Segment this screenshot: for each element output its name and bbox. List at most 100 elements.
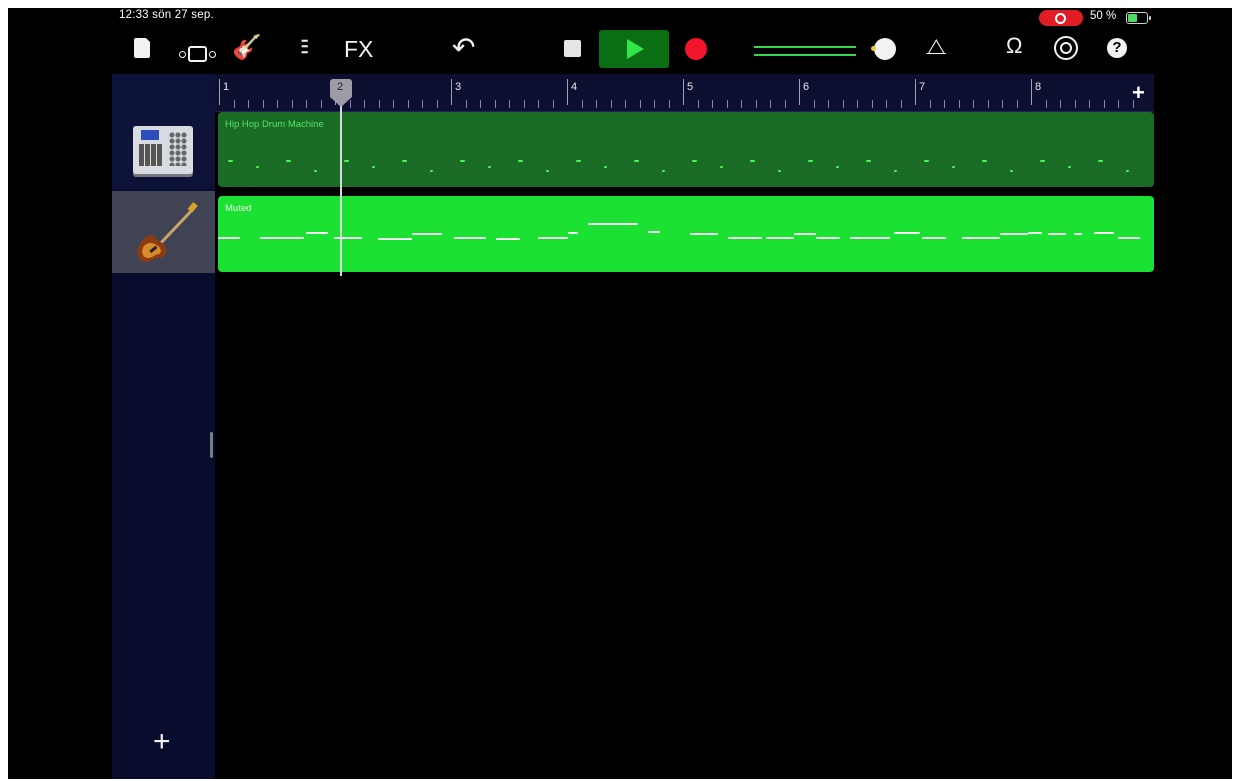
play-button[interactable]: [599, 30, 669, 68]
ruler-tick: [842, 100, 844, 108]
ruler-tick: [900, 100, 902, 108]
region-hip-hop-drum-machine[interactable]: Hip Hop Drum Machine: [218, 112, 1154, 187]
ruler-tick: [987, 100, 989, 108]
record-button[interactable]: [685, 38, 707, 60]
ruler-tick: [654, 100, 655, 108]
screen-recording-indicator[interactable]: [1039, 10, 1083, 26]
ruler-tick: [857, 100, 858, 108]
ruler-tick: [784, 100, 786, 108]
ruler-tick: [755, 100, 757, 108]
add-section-button[interactable]: +: [1132, 80, 1145, 106]
ruler-tick: [1103, 100, 1105, 108]
ruler-tick: [1016, 100, 1018, 108]
drum-hit: [576, 160, 581, 162]
my-songs-icon[interactable]: [134, 37, 151, 58]
ruler-left-strip: [112, 74, 215, 111]
drum-hit: [778, 170, 781, 172]
drum-hit: [750, 160, 755, 162]
settings-icon[interactable]: [1054, 36, 1078, 60]
add-track-button[interactable]: +: [153, 725, 171, 759]
help-icon[interactable]: ?: [1107, 38, 1127, 58]
ruler-tick: [958, 100, 960, 108]
bass-note: [648, 231, 660, 233]
drum-hit: [1126, 170, 1129, 172]
ruler-tick: [407, 100, 409, 108]
ruler-tick: [639, 100, 641, 108]
ruler-tick: [1002, 100, 1003, 108]
drum-hit: [634, 160, 639, 162]
ruler-bar-5: 5: [687, 81, 694, 93]
ruler-tick: [828, 100, 829, 108]
ruler-tick: [1045, 100, 1047, 108]
bass-note: [568, 232, 578, 234]
drum-hit: [1068, 166, 1071, 168]
stop-button[interactable]: [564, 40, 581, 57]
bass-note: [218, 237, 240, 239]
region-label-bass: Muted: [225, 203, 252, 214]
bass-note: [850, 237, 890, 239]
undo-icon[interactable]: ↶: [452, 34, 475, 62]
ruler-tick: [668, 100, 670, 108]
drum-hit: [344, 160, 349, 162]
playhead-line: [340, 106, 342, 276]
region-muted-bass[interactable]: Muted: [218, 196, 1154, 272]
bass-note: [412, 233, 442, 235]
ruler-tick: [697, 100, 699, 108]
ruler-tick: [320, 100, 322, 108]
timeline-ruler[interactable]: 1 2 3 4 5 6 7 8: [215, 74, 1154, 112]
ruler-tick: [277, 100, 278, 108]
playhead-bar-label: 2: [337, 81, 344, 93]
mixer-icon[interactable]: ⫶⫶⫶: [300, 38, 309, 58]
drum-hit: [808, 160, 813, 162]
drum-hit: [982, 160, 987, 162]
ruler-tick: [973, 100, 974, 108]
ruler-tick: [741, 100, 742, 108]
drum-hit: [402, 160, 407, 162]
ruler-tick: [248, 100, 249, 108]
ruler-tick: [422, 100, 423, 108]
drum-hit: [692, 160, 697, 162]
ruler-bar-7: 7: [919, 81, 926, 93]
bass-note: [378, 238, 412, 240]
drum-hit: [866, 160, 871, 162]
volume-slider[interactable]: [754, 46, 856, 56]
drum-hit: [314, 170, 317, 172]
drum-hit: [286, 160, 291, 162]
ruler-bar-4: 4: [571, 81, 578, 93]
ruler-tick: [581, 100, 583, 108]
region-label-drum: Hip Hop Drum Machine: [225, 119, 324, 130]
ruler-tick: [712, 100, 713, 108]
ruler-tick: [364, 100, 365, 108]
bass-note: [334, 237, 362, 239]
bass-note: [1048, 233, 1066, 235]
ruler-tick: [871, 100, 873, 108]
ruler-tick: [494, 100, 496, 108]
bass-note: [1094, 232, 1114, 234]
ruler-tick: [625, 100, 626, 108]
instrument-icon[interactable]: 🎸: [232, 36, 262, 60]
drum-hit: [836, 166, 839, 168]
bass-note: [816, 237, 840, 239]
ruler-tick: [813, 100, 815, 108]
ruler-tick: [465, 100, 467, 108]
status-time: 12:33 sön 27 sep.: [119, 9, 214, 21]
playhead-handle[interactable]: 2: [330, 79, 352, 107]
battery-icon: [1126, 12, 1151, 24]
play-icon: [627, 39, 644, 59]
drum-hit: [518, 160, 523, 162]
fx-button[interactable]: FX: [344, 38, 373, 61]
bass-note: [260, 237, 304, 239]
bass-note: [894, 232, 920, 234]
bass-note: [1000, 233, 1028, 235]
ruler-tick: [929, 100, 931, 108]
volume-knob[interactable]: [871, 38, 896, 60]
column-resize-handle[interactable]: [210, 432, 213, 458]
browser-icon[interactable]: [179, 46, 216, 62]
ruler-tick: [509, 100, 510, 108]
metronome-icon[interactable]: ⧍: [926, 36, 946, 58]
drum-hit: [546, 170, 549, 172]
ruler-tick: [306, 100, 307, 108]
loop-icon[interactable]: Ω: [1006, 35, 1022, 57]
bass-note: [306, 232, 328, 234]
drum-hit: [1098, 160, 1103, 162]
